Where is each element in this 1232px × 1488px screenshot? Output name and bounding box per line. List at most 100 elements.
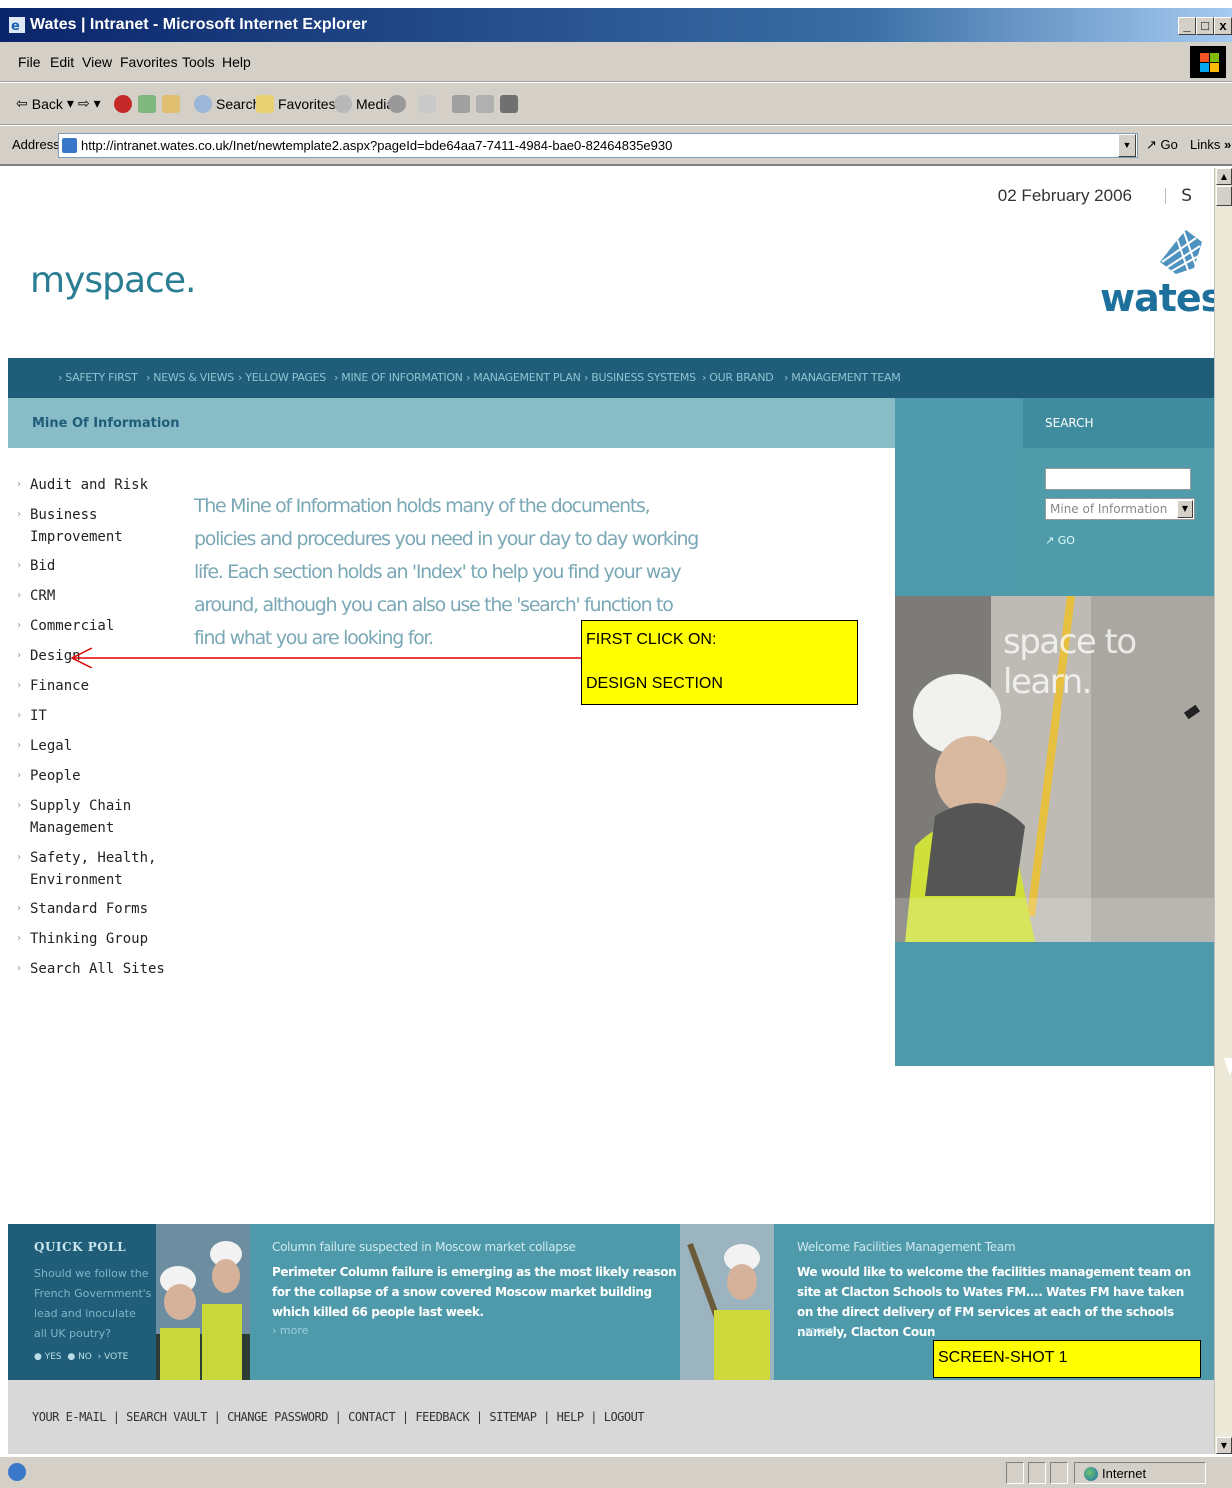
menu-help[interactable]: Help [222, 54, 251, 70]
search-go-label: GO [1057, 534, 1075, 547]
sidebar-item-supply-chain[interactable]: Supply Chain Management [16, 795, 131, 839]
poll-no-label: NO [78, 1352, 92, 1362]
sidebar-item-commercial[interactable]: Commercial [16, 615, 114, 637]
myspace-logo[interactable]: myspace. [30, 260, 196, 301]
go-button[interactable]: ↗ Go [1146, 137, 1178, 153]
minimize-button[interactable]: _ [1178, 17, 1196, 35]
footer-link-help[interactable]: HELP [557, 1410, 584, 1424]
stop-button[interactable] [114, 95, 132, 113]
search-go-button[interactable]: ↗ GO [1045, 534, 1075, 547]
poll-vote-button[interactable]: › VOTE [98, 1352, 129, 1362]
nav-management-team[interactable]: › MANAGEMENT TEAM [784, 371, 901, 384]
menu-edit[interactable]: Edit [50, 54, 74, 70]
poll-question: Should we follow the French Government's… [34, 1267, 152, 1340]
forward-button[interactable]: ⇨ ▾ [78, 95, 101, 112]
site-search-input[interactable] [1045, 468, 1191, 490]
favorites-button[interactable]: Favorites [256, 95, 336, 113]
mail-button[interactable] [418, 95, 436, 113]
back-button[interactable]: ⇦ Back ▾ [16, 95, 74, 112]
header-s-link[interactable]: S [1181, 186, 1192, 206]
sidebar-item-finance[interactable]: Finance [16, 675, 89, 697]
window-title: Wates | Intranet - Microsoft Internet Ex… [30, 16, 368, 33]
links-button[interactable]: Links » [1190, 137, 1231, 152]
edit-button[interactable] [476, 95, 494, 113]
page-status-icon [8, 1463, 26, 1481]
news-body: We would like to welcome the facilities … [797, 1265, 1191, 1339]
sidebar-item-standard-forms[interactable]: Standard Forms [16, 898, 148, 920]
poll-heading: QUICK POLL [34, 1240, 127, 1254]
sidebar-item-label: Safety, Health, [30, 850, 157, 866]
news-heading[interactable]: Welcome Facilities Management Team [797, 1240, 1016, 1254]
sidebar-item-bid[interactable]: Bid [16, 555, 55, 577]
windows-logo-icon [1190, 46, 1226, 78]
nav-mine-of-information[interactable]: › MINE OF INFORMATION [334, 371, 463, 384]
sidebar-item-search-all-sites[interactable]: Search All Sites [16, 958, 165, 980]
vertical-scrollbar[interactable]: ▲ ▼ [1214, 168, 1232, 1454]
nav-management-plan[interactable]: › MANAGEMENT PLAN [466, 371, 581, 384]
home-button[interactable] [162, 95, 180, 113]
footer-link-sitemap[interactable]: SITEMAP [489, 1410, 537, 1424]
sidebar-item-crm[interactable]: CRM [16, 585, 55, 607]
sidebar-item-label-line2: Improvement [30, 529, 123, 545]
scroll-up-button[interactable]: ▲ [1216, 168, 1232, 185]
footer-link-email[interactable]: YOUR E-MAIL [32, 1410, 106, 1424]
news-more-link[interactable]: › more [272, 1324, 308, 1337]
refresh-button[interactable] [138, 95, 156, 113]
search-heading: SEARCH [1045, 416, 1094, 430]
screenshot-label: SCREEN-SHOT 1 [933, 1340, 1201, 1378]
sidebar-item-label-line2: Environment [30, 872, 123, 888]
status-cell [1050, 1462, 1068, 1484]
footer-link-feedback[interactable]: FEEDBACK [415, 1410, 469, 1424]
sidebar-item-label: Business [30, 507, 98, 523]
search-button[interactable]: Search [194, 95, 260, 113]
nav-safety-first[interactable]: › SAFETY FIRST [58, 371, 138, 384]
wates-logo[interactable]: wates [1100, 276, 1223, 320]
address-dropdown-button[interactable]: ▼ [1118, 134, 1136, 157]
address-input[interactable]: http://intranet.wates.co.uk/Inet/newtemp… [58, 133, 1138, 158]
menu-view[interactable]: View [82, 54, 112, 70]
scroll-thumb[interactable] [1216, 186, 1232, 206]
scroll-down-button[interactable]: ▼ [1216, 1437, 1232, 1454]
status-bar: Internet [0, 1456, 1232, 1488]
history-button[interactable] [388, 95, 406, 113]
security-zone: Internet [1084, 1466, 1146, 1481]
nav-yellow-pages[interactable]: › YELLOW PAGES [238, 371, 326, 384]
media-icon [334, 95, 352, 113]
news-body: Perimeter Column failure is emerging as … [272, 1265, 677, 1319]
maximize-button[interactable]: □ [1196, 17, 1214, 35]
poll-yes-radio[interactable]: ● YES [34, 1352, 62, 1362]
footer-link-contact[interactable]: CONTACT [348, 1410, 396, 1424]
news-item-1[interactable]: Column failure suspected in Moscow marke… [272, 1224, 682, 1380]
section-header: Mine Of Information [8, 398, 895, 448]
menu-tools[interactable]: Tools [182, 54, 215, 70]
news-more-link[interactable]: › more [797, 1324, 833, 1337]
ie-app-icon: e [9, 17, 25, 34]
news-heading[interactable]: Column failure suspected in Moscow marke… [272, 1240, 576, 1254]
media-button[interactable]: Media [334, 95, 394, 113]
footer-link-change-password[interactable]: CHANGE PASSWORD [227, 1410, 328, 1424]
close-button[interactable]: x [1214, 17, 1232, 35]
poll-no-radio[interactable]: ● NO [67, 1352, 92, 1362]
search-scope-select[interactable]: Mine of Information ▼ [1045, 498, 1195, 520]
menu-favorites[interactable]: Favorites [120, 54, 178, 70]
sidebar-item-business-improvement[interactable]: Business Improvement [16, 504, 123, 548]
sidebar-item-audit-risk[interactable]: Audit and Risk [16, 474, 148, 496]
menu-bar: File Edit View Favorites Tools Help [0, 42, 1232, 82]
menu-file[interactable]: File [18, 54, 41, 70]
nav-news-views[interactable]: › NEWS & VIEWS [146, 371, 234, 384]
sidebar-item-it[interactable]: IT [16, 705, 47, 727]
history-icon [388, 95, 406, 113]
nav-business-systems[interactable]: › BUSINESS SYSTEMS [584, 371, 696, 384]
footer-link-logout[interactable]: LOGOUT [604, 1410, 645, 1424]
nav-our-brand[interactable]: › OUR BRAND [702, 371, 774, 384]
sidebar-item-safety-health-environment[interactable]: Safety, Health, Environment [16, 847, 157, 891]
sidebar-item-thinking-group[interactable]: Thinking Group [16, 928, 148, 950]
sidebar-item-legal[interactable]: Legal [16, 735, 72, 757]
messenger-button[interactable] [500, 95, 518, 113]
main-navigation: › SAFETY FIRST › NEWS & VIEWS › YELLOW P… [8, 358, 1214, 398]
footer-link-search-vault[interactable]: SEARCH VAULT [126, 1410, 207, 1424]
divider [1165, 188, 1166, 204]
sidebar-item-people[interactable]: People [16, 765, 81, 787]
select-arrow-icon: ▼ [1177, 500, 1193, 518]
print-button[interactable] [452, 95, 470, 113]
